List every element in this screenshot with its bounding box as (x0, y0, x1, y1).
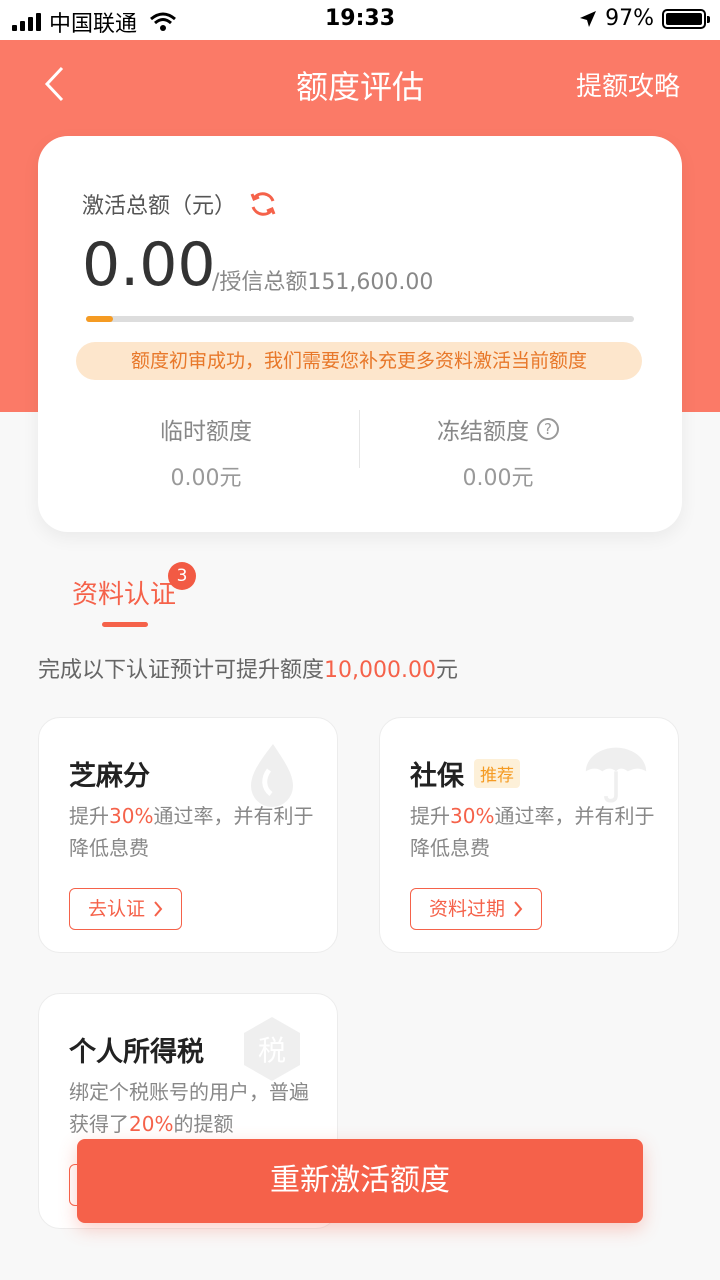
status-bar: 中国联通 19:33 97% (0, 0, 720, 40)
credit-tips-link[interactable]: 提额攻略 (576, 66, 680, 103)
umbrella-icon (585, 747, 647, 803)
activated-amount: 0.00 (82, 230, 216, 300)
activation-progress-fill (86, 316, 114, 322)
desc-prefix: 提升 (410, 804, 450, 828)
temporary-limit-value: 0.00元 (170, 466, 242, 491)
tab-document-verification[interactable]: 资料认证 (72, 574, 176, 611)
total-credit-text: /授信总额151,600.00 (212, 270, 434, 295)
activated-total-label: 激活总额（元） (82, 194, 237, 219)
temporary-limit-label: 临时额度 (160, 419, 252, 445)
go-verify-label: 去认证 (88, 898, 146, 920)
frozen-limit-label: 冻结额度 (437, 419, 529, 445)
desc-suffix: 的提额 (173, 1112, 234, 1136)
upgrade-hint-text: 完成以下认证预计可提升额度 (38, 658, 325, 683)
desc-percent: 30% (450, 804, 495, 828)
auth-card-social-security[interactable]: 社保 推荐 提升30%通过率，并有利于降低息费 资料过期 (379, 717, 679, 953)
reactivate-credit-button[interactable]: 重新激活额度 (77, 1139, 643, 1223)
upgrade-hint: 完成以下认证预计可提升额度10,000.00元 (38, 652, 458, 684)
auth-title: 芝麻分 (69, 761, 150, 792)
frozen-limit-value: 0.00元 (462, 466, 534, 491)
auth-description: 提升30%通过率，并有利于降低息费 (69, 800, 319, 864)
auth-description: 绑定个税账号的用户，普遍获得了20%的提额 (69, 1076, 319, 1140)
tab-underline (102, 622, 148, 627)
chevron-right-icon (154, 901, 163, 917)
tax-icon: 税 (244, 1017, 300, 1081)
expired-data-label: 资料过期 (429, 898, 506, 920)
auth-title: 个人所得税 (69, 1037, 204, 1068)
go-verify-button[interactable]: 去认证 (69, 888, 183, 930)
battery-percent: 97% (605, 6, 654, 31)
svg-text:税: 税 (258, 1034, 286, 1067)
recommend-tag: 推荐 (474, 759, 520, 788)
auth-card-sesame[interactable]: 芝麻分 提升30%通过率，并有利于降低息费 去认证 (38, 717, 338, 953)
location-arrow-icon (580, 10, 597, 27)
review-notice: 额度初审成功，我们需要您补充更多资料激活当前额度 (76, 342, 642, 380)
frozen-limit: 冻结额度 ? 0.00元 (348, 412, 648, 492)
refresh-icon[interactable] (248, 189, 278, 219)
upgrade-hint-amount: 10,000.00 (324, 658, 436, 683)
credit-summary-card: 激活总额（元） 0.00 /授信总额151,600.00 额度初审成功，我们需要… (38, 136, 682, 532)
expired-data-button[interactable]: 资料过期 (410, 888, 543, 930)
upgrade-hint-unit: 元 (435, 658, 458, 683)
tab-badge: 3 (168, 562, 196, 590)
auth-title: 社保 (410, 761, 464, 792)
help-icon[interactable]: ? (537, 418, 559, 440)
chevron-right-icon (514, 901, 523, 917)
activation-progress-bar (86, 316, 634, 322)
battery-icon (662, 8, 710, 29)
temporary-limit: 临时额度 0.00元 (56, 412, 356, 492)
desc-percent: 30% (109, 804, 154, 828)
desc-percent: 20% (129, 1112, 174, 1136)
desc-prefix: 提升 (69, 804, 109, 828)
auth-description: 提升30%通过率，并有利于降低息费 (410, 800, 660, 864)
